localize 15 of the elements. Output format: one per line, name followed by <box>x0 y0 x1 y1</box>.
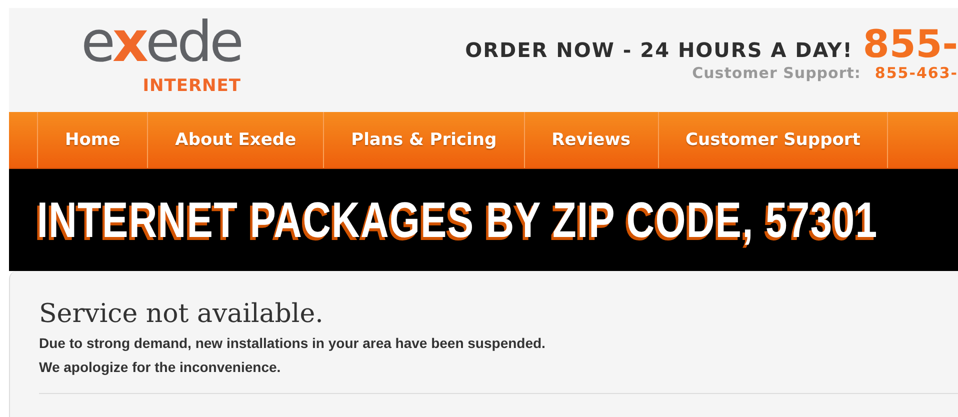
nav-link[interactable]: Reviews <box>524 112 659 168</box>
banner-title: INTERNET PACKAGES BY ZIP CODE, 57301 <box>37 191 878 249</box>
nav-link[interactable]: Home <box>38 112 148 168</box>
nav-link[interactable]: About Exede <box>148 112 324 168</box>
logo-subtitle: INTERNET <box>142 76 241 96</box>
notice-title: Service not available. <box>39 299 324 329</box>
notice-text: Due to strong demand, new installations in your area have been suspended. <box>39 335 546 351</box>
logo-wordmark[interactable]: exede <box>80 16 241 70</box>
support-label: Customer Support: <box>692 64 861 82</box>
nav-link[interactable]: Plans & Pricing <box>324 112 525 168</box>
order-phone[interactable]: 855- <box>862 26 958 62</box>
support-phone[interactable]: 855-463- <box>874 64 958 82</box>
nav-link[interactable]: Customer Support <box>658 112 888 168</box>
notice-text: We apologize for the inconvenience. <box>39 359 282 375</box>
order-text: ORDER NOW - 24 HOURS A DAY! <box>465 38 853 62</box>
